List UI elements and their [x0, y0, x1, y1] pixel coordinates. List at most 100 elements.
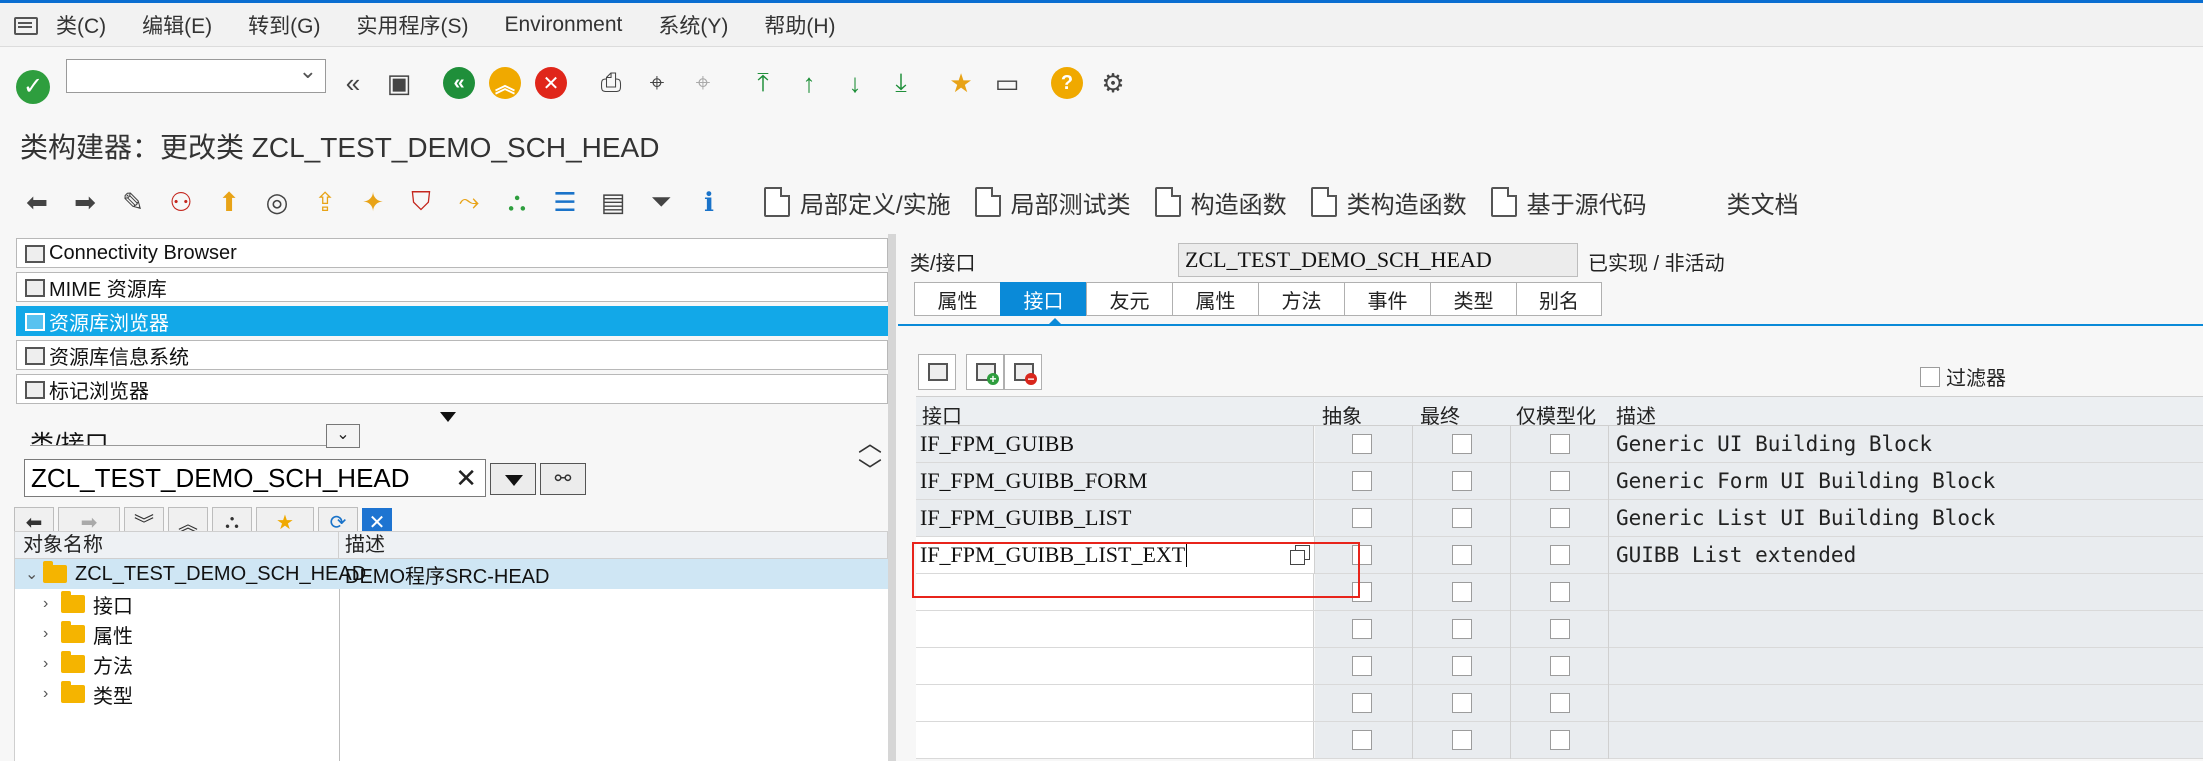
local-test-classes-button[interactable]: 局部测试类 [974, 185, 1131, 220]
class-constructor-button[interactable]: 类构造函数 [1310, 185, 1467, 220]
forward-arrow-icon[interactable]: ➡ [68, 185, 102, 219]
new-session-icon[interactable]: ★ [944, 66, 978, 100]
class-documentation-button[interactable]: 类文档 [1727, 185, 1799, 220]
insert-row-icon[interactable]: + [966, 354, 1004, 390]
collapse-double-left-icon[interactable]: « [336, 66, 370, 100]
tab-attributes[interactable]: 属性 [1172, 282, 1258, 316]
back-icon[interactable]: « [443, 67, 475, 99]
source-code-based-button[interactable]: 基于源代码 [1490, 185, 1647, 220]
col-interface[interactable]: 接口 [922, 400, 962, 429]
menu-system[interactable]: 系统(Y) [658, 10, 728, 40]
command-field[interactable] [66, 58, 326, 93]
nav-repository-browser[interactable]: 资源库浏览器 [16, 306, 888, 336]
menu-environment[interactable]: Environment [504, 13, 622, 37]
where-used-icon[interactable]: ◎ [260, 185, 294, 219]
previous-page-icon[interactable]: ↑ [792, 66, 826, 100]
magic-wand-icon[interactable]: ✦ [356, 185, 390, 219]
object-type-select[interactable]: 类/接口 [30, 424, 360, 446]
table-row[interactable]: IF_FPM_GUIBB_FORM Generic Form UI Buildi… [916, 463, 2203, 500]
table-icon[interactable]: ▤ [596, 185, 630, 219]
enter-check-icon[interactable]: ✓ [16, 70, 50, 104]
print-icon[interactable]: ⎙ [594, 66, 628, 100]
first-page-icon[interactable]: ⤒ [746, 66, 780, 100]
clear-icon[interactable]: ✕ [455, 460, 477, 496]
col-description[interactable]: 描述 [1616, 400, 1656, 429]
tab-properties[interactable]: 属性 [914, 282, 1000, 316]
list-structure-icon[interactable]: ☰ [548, 185, 582, 219]
tab-events[interactable]: 事件 [1344, 282, 1430, 316]
interface-details-icon[interactable] [918, 354, 956, 390]
table-row[interactable]: IF_FPM_GUIBB Generic UI Building Block [916, 426, 2203, 463]
empty-row[interactable] [916, 722, 2203, 759]
tab-friends[interactable]: 友元 [1086, 282, 1172, 316]
exit-icon[interactable]: ︽ [489, 67, 521, 99]
chevron-right-icon[interactable]: › [43, 685, 57, 703]
tab-methods[interactable]: 方法 [1258, 282, 1344, 316]
chevron-down-icon[interactable]: ⌄ [326, 424, 360, 448]
chevron-right-icon[interactable]: › [43, 625, 57, 643]
save-icon[interactable]: ▣ [382, 66, 416, 100]
pane-splitter[interactable] [888, 234, 896, 761]
system-menu-icon[interactable] [12, 13, 42, 37]
chevron-down-icon[interactable]: ⌄ [25, 564, 39, 584]
back-arrow-icon[interactable]: ⬅ [20, 185, 54, 219]
object-dropdown-button[interactable] [490, 463, 536, 495]
last-page-icon[interactable]: ⤓ [884, 66, 918, 100]
tab-interfaces[interactable]: 接口 [1000, 282, 1086, 316]
shortcut-icon[interactable]: ▭ [990, 66, 1024, 100]
find-next-icon[interactable]: ⌖ [686, 66, 720, 100]
constructor-button[interactable]: 构造函数 [1154, 185, 1287, 220]
col-final[interactable]: 最终 [1420, 400, 1460, 429]
empty-row[interactable] [916, 611, 2203, 648]
tree-node-types[interactable]: › 类型 [15, 679, 889, 709]
help-icon[interactable]: ? [1051, 67, 1083, 99]
delete-row-icon[interactable]: − [1004, 354, 1042, 390]
menu-help[interactable]: 帮助(H) [764, 10, 835, 40]
empty-row[interactable] [916, 648, 2203, 685]
tree-node-attributes[interactable]: › 属性 [15, 619, 889, 649]
empty-row[interactable] [916, 685, 2203, 722]
menu-class[interactable]: 类(C) [56, 10, 106, 40]
next-page-icon[interactable]: ↓ [838, 66, 872, 100]
nav-repository-info-system[interactable]: 资源库信息系统 [16, 340, 888, 370]
menu-edit[interactable]: 编辑(E) [142, 10, 212, 40]
other-object-icon[interactable]: ⇪ [308, 185, 342, 219]
filter-checkbox[interactable] [1920, 366, 1940, 387]
object-name-input[interactable]: ZCL_TEST_DEMO_SCH_HEAD ✕ [24, 459, 486, 497]
find-icon[interactable]: ⌖ [640, 66, 674, 100]
nav-connectivity-browser[interactable]: Connectivity Browser [16, 238, 888, 268]
nav-mime-repository[interactable]: MIME 资源库 [16, 272, 888, 302]
col-abstract[interactable]: 抽象 [1322, 400, 1362, 429]
cancel-icon[interactable]: ✕ [535, 67, 567, 99]
col-description[interactable]: 描述 [339, 532, 385, 558]
scroll-up-icon[interactable]: ︿ [858, 432, 882, 456]
tree-node-methods[interactable]: › 方法 [15, 649, 889, 679]
tree-root-row[interactable]: ⌄ ZCL_TEST_DEMO_SCH_HEAD DEMO程序SRC-HEAD [15, 559, 889, 589]
scroll-down-icon[interactable]: ﹀ [858, 460, 882, 484]
modeled-only-checkbox[interactable] [1550, 545, 1570, 565]
settings-gear-icon[interactable]: ⚙ [1096, 66, 1130, 100]
breakpoint-icon[interactable]: ⛉ [404, 185, 438, 219]
display-glasses-button[interactable]: ⚯ [540, 463, 586, 495]
filter-icon[interactable]: ⏷ [644, 185, 678, 219]
chevron-right-icon[interactable]: › [43, 655, 57, 673]
menu-goto[interactable]: 转到(G) [248, 10, 320, 40]
nav-tag-browser[interactable]: 标记浏览器 [16, 374, 888, 404]
col-modeled-only[interactable]: 仅模型化 [1516, 400, 1596, 429]
menu-utilities[interactable]: 实用程序(S) [356, 10, 468, 40]
check-object-icon[interactable]: ⬆ [212, 185, 246, 219]
navigate-icon[interactable]: ⤳ [452, 185, 486, 219]
activate-icon[interactable]: ⚇ [164, 185, 198, 219]
col-object-name[interactable]: 对象名称 [15, 532, 339, 558]
pane-collapse-triangle-icon[interactable] [440, 412, 456, 422]
hierarchy-icon[interactable]: ⛬ [500, 185, 534, 219]
tree-node-interfaces[interactable]: › 接口 [15, 589, 889, 619]
local-definitions-button[interactable]: 局部定义/实施 [764, 185, 951, 220]
info-icon[interactable]: ℹ [692, 185, 726, 219]
tab-aliases[interactable]: 别名 [1516, 282, 1602, 316]
filter-toggle[interactable]: 过滤器 [1920, 362, 2006, 391]
final-checkbox[interactable] [1452, 545, 1472, 565]
tab-types[interactable]: 类型 [1430, 282, 1516, 316]
table-row[interactable]: IF_FPM_GUIBB_LIST Generic List UI Buildi… [916, 500, 2203, 537]
chevron-right-icon[interactable]: › [43, 595, 57, 613]
